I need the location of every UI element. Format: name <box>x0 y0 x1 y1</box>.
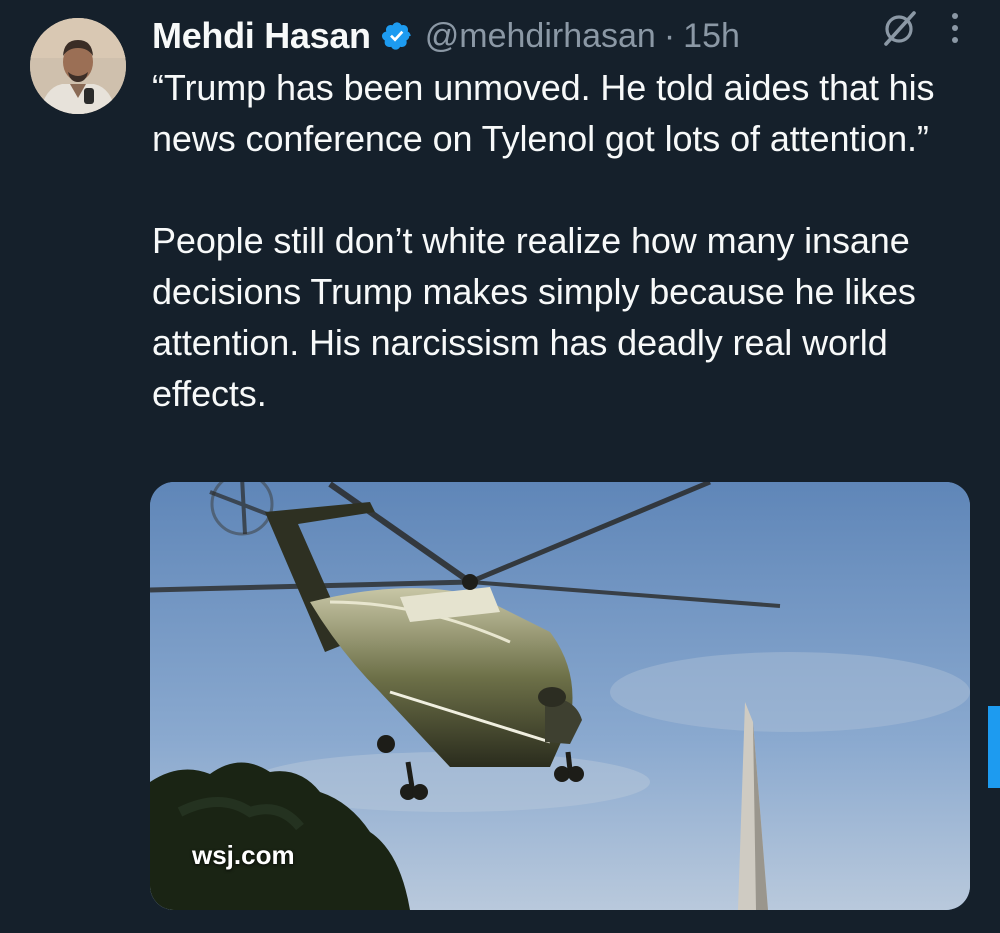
grok-icon[interactable] <box>880 8 920 48</box>
separator-dot: · <box>663 16 676 55</box>
author-handle[interactable]: @mehdirhasan <box>425 17 656 56</box>
tweet-paragraph-2: People still don’t white realize how man… <box>152 220 916 414</box>
card-domain[interactable]: wsj.com <box>192 840 295 871</box>
tweet[interactable]: Mehdi Hasan @mehdirhasan · 15h “Trump ha… <box>0 0 1000 933</box>
link-card-image[interactable]: wsj.com <box>150 482 970 910</box>
more-options-icon[interactable] <box>948 10 962 46</box>
tweet-text: “Trump has been unmoved. He told aides t… <box>152 62 982 419</box>
tweet-header: Mehdi Hasan @mehdirhasan · 15h <box>152 10 970 62</box>
avatar[interactable] <box>30 18 126 114</box>
verified-badge-icon[interactable] <box>381 20 413 52</box>
tweet-paragraph-1: “Trump has been unmoved. He told aides t… <box>152 67 935 159</box>
author-name[interactable]: Mehdi Hasan <box>152 15 371 57</box>
scrollbar-thumb[interactable] <box>988 706 1000 788</box>
timestamp[interactable]: 15h <box>683 17 740 56</box>
